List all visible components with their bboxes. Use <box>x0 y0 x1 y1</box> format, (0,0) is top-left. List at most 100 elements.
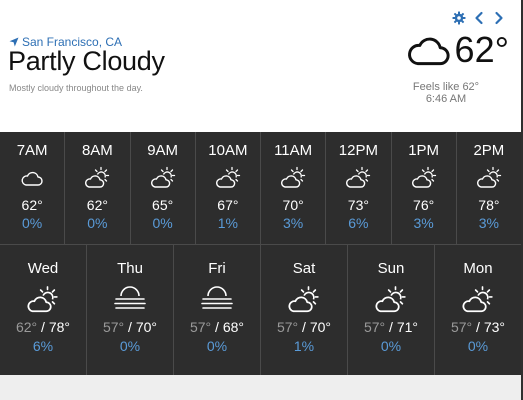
header-controls <box>451 10 507 26</box>
day-high: 73° <box>483 319 505 335</box>
fog-icon <box>110 281 150 315</box>
partly-cloudy-icon <box>375 286 406 313</box>
hour-temp: 67° <box>217 197 239 213</box>
widget-footer <box>0 375 521 400</box>
gear-icon[interactable] <box>451 10 467 26</box>
day-temps: 57° / 70° <box>277 319 331 335</box>
chevron-left-icon[interactable] <box>471 10 487 26</box>
temp-separator: / <box>298 319 310 335</box>
partly-cloudy-icon <box>345 165 371 191</box>
day-precip: 0% <box>119 338 141 354</box>
hour-temp: 65° <box>152 197 174 213</box>
day-low: 62° <box>15 319 38 335</box>
hour-temp: 78° <box>478 197 500 213</box>
day-precip: 6% <box>32 338 54 354</box>
hour-precip: 3% <box>413 215 434 231</box>
partly-cloudy-icon <box>27 286 58 313</box>
hour-label: 7AM <box>16 142 48 159</box>
hour-precip: 0% <box>152 215 173 231</box>
hour-temp: 62° <box>86 197 108 213</box>
day-precip: 0% <box>467 338 489 354</box>
temp-separator: / <box>124 319 136 335</box>
fog-icon <box>197 281 237 315</box>
hour-label: 8AM <box>81 142 113 159</box>
hour-label: 10AM <box>208 142 248 159</box>
hour-label: 2PM <box>473 142 505 159</box>
day-low: 57° <box>276 319 299 335</box>
daily-forecast: Wed 62° / 78° 6% Thu 57° / 70° 0% Fri 57… <box>0 244 521 375</box>
day-label: Sun <box>377 260 405 277</box>
day-low: 57° <box>189 319 212 335</box>
day-temps: 57° / 71° <box>364 319 418 335</box>
hour-cell[interactable]: 10AM 67° 1% <box>194 132 260 244</box>
day-cell[interactable]: Sat 57° / 70° 1% <box>260 245 347 375</box>
day-temps: 57° / 70° <box>103 319 157 335</box>
partly-cloudy-icon <box>280 165 306 191</box>
temp-separator: / <box>211 319 223 335</box>
day-label: Thu <box>117 260 143 277</box>
hour-cell[interactable]: 2PM 78° 3% <box>455 132 521 244</box>
partly-cloudy-icon <box>288 286 319 313</box>
cloud-icon <box>19 165 45 191</box>
hour-cell[interactable]: 9AM 65° 0% <box>129 132 195 244</box>
temp-separator: / <box>385 319 397 335</box>
day-cell[interactable]: Thu 57° / 70° 0% <box>86 245 173 375</box>
partly-cloudy-icon <box>476 165 502 191</box>
hour-cell[interactable]: 12PM 73° 6% <box>325 132 390 244</box>
day-cell[interactable]: Fri 57° / 68° 0% <box>173 245 260 375</box>
day-precip: 0% <box>206 338 228 354</box>
hourly-forecast: 7AM 62° 0% 8AM 62° 0% 9AM 65° 0% 10AM 67… <box>0 132 521 244</box>
partly-cloudy-icon <box>84 165 110 191</box>
hour-precip: 0% <box>87 215 108 231</box>
day-high: 70° <box>135 319 157 335</box>
day-high: 71° <box>396 319 418 335</box>
day-label: Fri <box>208 260 226 277</box>
hour-precip: 3% <box>283 215 304 231</box>
temp-separator: / <box>37 319 49 335</box>
observation-time: 6:46 AM <box>425 93 467 105</box>
day-temps: 62° / 78° <box>16 319 70 335</box>
day-high: 78° <box>48 319 70 335</box>
day-cell[interactable]: Wed 62° / 78° 6% <box>0 245 86 375</box>
day-precip: 1% <box>293 338 315 354</box>
hour-precip: 3% <box>478 215 499 231</box>
condition-title: Partly Cloudy <box>8 46 165 76</box>
day-high: 68° <box>222 319 244 335</box>
hour-cell[interactable]: 8AM 62° 0% <box>64 132 129 244</box>
day-temps: 57° / 73° <box>451 319 505 335</box>
hour-cell[interactable]: 1PM 76° 3% <box>390 132 456 244</box>
hour-temp: 70° <box>282 197 304 213</box>
partly-cloudy-icon <box>150 165 176 191</box>
day-low: 57° <box>102 319 125 335</box>
day-low: 57° <box>450 319 473 335</box>
cloud-icon <box>407 33 453 67</box>
day-label: Mon <box>463 260 493 277</box>
weather-widget: San Francisco, CA Partly Cloudy Mostly c… <box>0 0 523 400</box>
day-temps: 57° / 68° <box>190 319 244 335</box>
temp-separator: / <box>472 319 484 335</box>
condition-description: Mostly cloudy throughout the day. <box>9 83 143 93</box>
current-temp: 62° <box>454 29 509 70</box>
hour-temp: 73° <box>347 197 369 213</box>
day-label: Sat <box>292 260 316 277</box>
chevron-right-icon[interactable] <box>491 10 507 26</box>
weather-header: San Francisco, CA Partly Cloudy Mostly c… <box>0 0 521 132</box>
hour-precip: 0% <box>22 215 43 231</box>
hour-label: 9AM <box>147 142 179 159</box>
day-low: 57° <box>363 319 386 335</box>
hour-temp: 76° <box>413 197 435 213</box>
partly-cloudy-icon <box>462 286 493 313</box>
day-cell[interactable]: Mon 57° / 73° 0% <box>434 245 521 375</box>
current-conditions: 62° <box>407 32 509 68</box>
hour-label: 12PM <box>338 142 378 159</box>
feels-like: Feels like 62° <box>412 81 480 93</box>
hour-cell[interactable]: 11AM 70° 3% <box>260 132 325 244</box>
day-precip: 0% <box>380 338 402 354</box>
hour-temp: 62° <box>21 197 43 213</box>
hour-label: 1PM <box>408 142 440 159</box>
hour-precip: 1% <box>217 215 238 231</box>
feels-like-block: Feels like 62° 6:46 AM <box>401 81 491 105</box>
day-label: Wed <box>27 260 59 277</box>
day-cell[interactable]: Sun 57° / 71° 0% <box>347 245 434 375</box>
hour-cell[interactable]: 7AM 62° 0% <box>0 132 64 244</box>
